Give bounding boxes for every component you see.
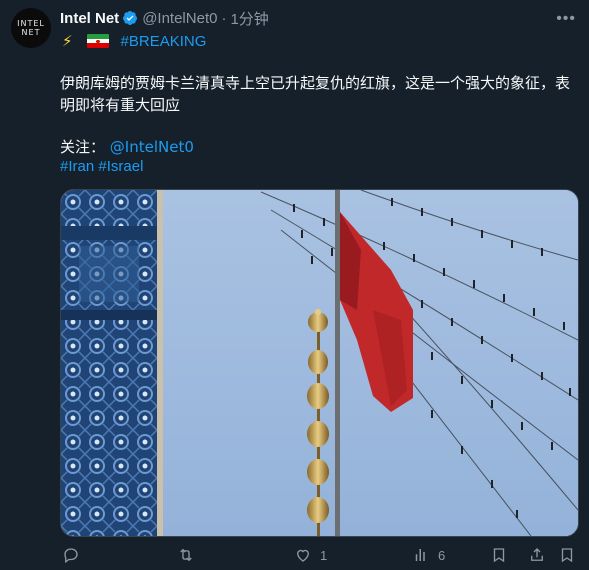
hashtag-israel[interactable]: #Israel — [98, 158, 143, 175]
action-bar: 1 6 — [60, 546, 580, 566]
lightning-icon: ⚡ — [62, 33, 73, 50]
reply-button[interactable] — [62, 546, 88, 564]
follow-line: 关注： @IntelNet0 — [60, 136, 194, 158]
iran-flag-icon — [86, 34, 109, 48]
bookmark-button[interactable] — [490, 546, 508, 564]
like-count: 1 — [320, 547, 328, 563]
views-count: 6 — [438, 547, 446, 563]
repost-button[interactable] — [177, 546, 203, 564]
mosque-flag-image — [61, 190, 578, 536]
hashtag-iran[interactable]: #Iran — [60, 158, 94, 175]
share-icon — [531, 548, 543, 561]
views-icon — [415, 549, 425, 561]
media-image[interactable] — [60, 189, 579, 537]
bookmark-flag-button[interactable] — [558, 546, 576, 564]
follow-label: 关注： — [60, 138, 106, 156]
bookmark-outline-icon — [561, 548, 573, 563]
share-button[interactable] — [528, 546, 546, 564]
author-name[interactable]: Intel Net — [60, 10, 119, 27]
more-options-icon[interactable]: ••• — [556, 10, 576, 28]
bookmark-icon — [493, 548, 505, 563]
post-time[interactable]: 1分钟 — [230, 8, 268, 29]
repost-icon — [180, 548, 192, 562]
separator-dot: · — [221, 9, 227, 27]
tagline: ⚡ #BREAKING — [62, 32, 207, 51]
verified-badge-icon — [123, 11, 138, 25]
hashtag-breaking[interactable]: #BREAKING — [121, 33, 207, 50]
like-button[interactable]: 1 — [294, 546, 327, 564]
views-button[interactable]: 6 — [412, 546, 445, 564]
post-header: Intel Net @IntelNet0 · 1分钟 — [60, 8, 269, 29]
heart-icon — [297, 549, 309, 562]
author-handle[interactable]: @IntelNet0 — [142, 10, 217, 27]
reply-icon — [64, 548, 78, 564]
post-text: 伊朗库姆的贾姆卡兰清真寺上空已升起复仇的红旗，这是一个强大的象征，表明即将有重大… — [60, 74, 571, 114]
avatar-text-top: INTEL — [17, 19, 45, 28]
avatar[interactable]: INTEL NET — [11, 8, 51, 48]
avatar-text-bottom: NET — [21, 28, 41, 37]
mention-link[interactable]: @IntelNet0 — [110, 138, 194, 156]
hashtag-line: #Iran #Israel — [60, 156, 143, 178]
